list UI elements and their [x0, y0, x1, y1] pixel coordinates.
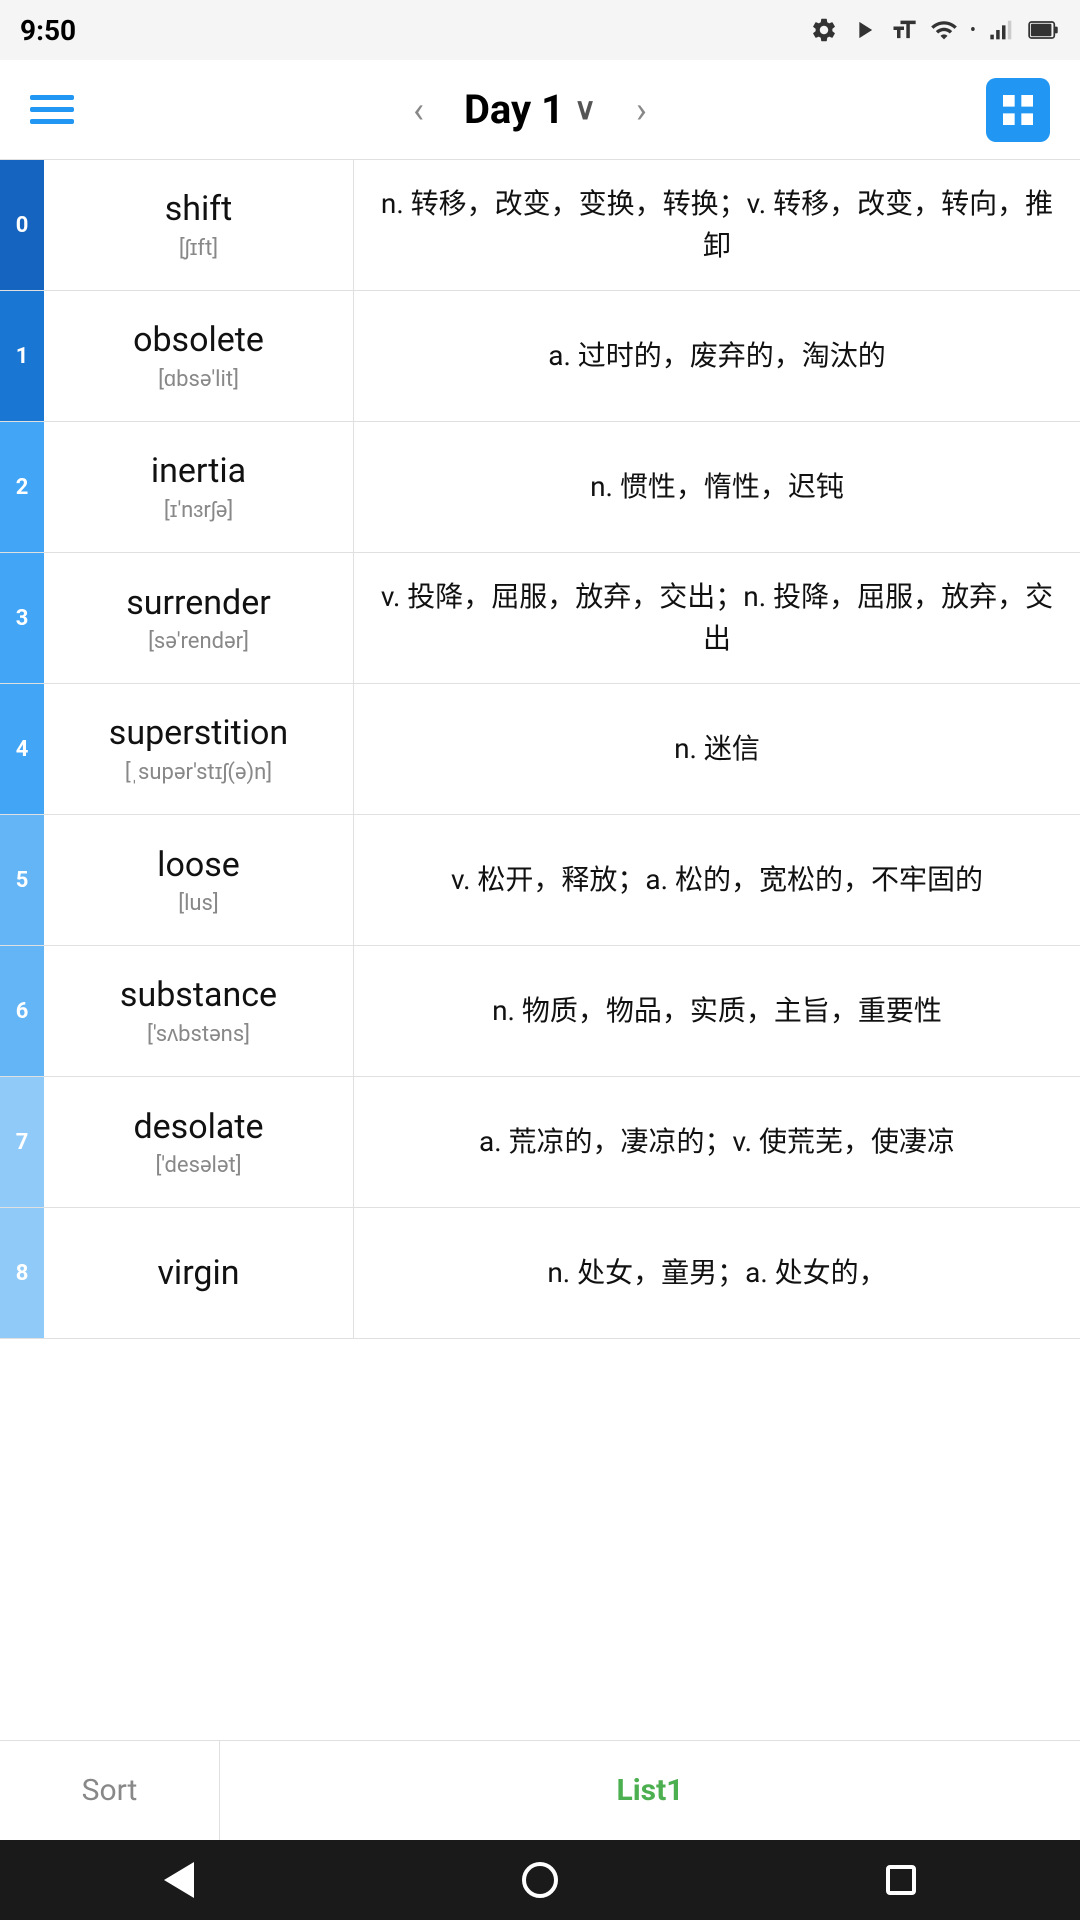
word-phonetic-6: ['sʌbstəns] [147, 1021, 250, 1047]
word-index-3: 3 [0, 553, 44, 683]
word-phonetic-3: [sə'rendər] [148, 629, 249, 654]
word-english-6: substance [120, 975, 277, 1015]
word-index-7: 7 [0, 1077, 44, 1207]
table-row[interactable]: 7 desolate ['desələt] a. 荒凉的，凄凉的；v. 使荒芜，… [0, 1077, 1080, 1208]
word-english-1: obsolete [133, 320, 264, 360]
word-definition-5: v. 松开，释放；a. 松的，宽松的，不牢固的 [354, 815, 1080, 945]
word-definition-8: n. 处女，童男；a. 处女的， [354, 1208, 1080, 1338]
table-row[interactable]: 4 superstition [ˌsupər'stɪʃ(ə)n] n. 迷信 [0, 684, 1080, 815]
word-index-4: 4 [0, 684, 44, 814]
word-english-col-7: desolate ['desələt] [44, 1077, 354, 1207]
nav-bar: ‹ Day 1 ∨ › [0, 60, 1080, 160]
word-list: 0 shift [ʃɪft] n. 转移，改变，变换，转换；v. 转移，改变，转… [0, 160, 1080, 1339]
word-phonetic-7: ['desələt] [155, 1153, 241, 1178]
word-phonetic-1: [ɑbsə'lit] [158, 366, 239, 392]
font-icon [890, 16, 918, 44]
list1-tab[interactable]: List1 [220, 1741, 1080, 1840]
home-button[interactable] [522, 1862, 558, 1898]
chevron-down-icon: ∨ [574, 92, 596, 127]
word-definition-7: a. 荒凉的，凄凉的；v. 使荒芜，使凄凉 [354, 1077, 1080, 1207]
word-english-col-4: superstition [ˌsupər'stɪʃ(ə)n] [44, 684, 354, 814]
word-phonetic-4: [ˌsupər'stɪʃ(ə)n] [125, 759, 272, 785]
hamburger-menu[interactable] [30, 95, 74, 124]
word-definition-0: n. 转移，改变，变换，转换；v. 转移，改变，转向，推卸 [354, 160, 1080, 290]
word-index-1: 1 [0, 291, 44, 421]
word-definition-2: n. 惯性，惰性，迟钝 [354, 422, 1080, 552]
bottom-tab-bar: Sort List1 [0, 1740, 1080, 1840]
word-english-col-6: substance ['sʌbstəns] [44, 946, 354, 1076]
word-index-0: 0 [0, 160, 44, 290]
signal-icon [988, 16, 1016, 44]
word-english-col-8: virgin [44, 1208, 354, 1338]
word-definition-4: n. 迷信 [354, 684, 1080, 814]
battery-icon [1028, 16, 1060, 44]
table-row[interactable]: 1 obsolete [ɑbsə'lit] a. 过时的，废弃的，淘汰的 [0, 291, 1080, 422]
table-row[interactable]: 6 substance ['sʌbstəns] n. 物质，物品，实质，主旨，重… [0, 946, 1080, 1077]
word-index-2: 2 [0, 422, 44, 552]
word-english-7: desolate [133, 1107, 263, 1147]
word-english-8: virgin [157, 1253, 239, 1293]
word-english-col-3: surrender [sə'rendər] [44, 553, 354, 683]
word-index-8: 8 [0, 1208, 44, 1338]
word-definition-1: a. 过时的，废弃的，淘汰的 [354, 291, 1080, 421]
word-english-col-1: obsolete [ɑbsə'lit] [44, 291, 354, 421]
word-definition-3: v. 投降，屈服，放弃，交出；n. 投降，屈服，放弃，交出 [354, 553, 1080, 683]
prev-day-button[interactable]: ‹ [403, 79, 434, 141]
status-bar: 9:50 • [0, 0, 1080, 60]
word-english-0: shift [165, 189, 233, 229]
table-row[interactable]: 5 loose [lus] v. 松开，释放；a. 松的，宽松的，不牢固的 [0, 815, 1080, 946]
word-english-4: superstition [109, 713, 288, 753]
next-day-button[interactable]: › [626, 79, 657, 141]
table-row[interactable]: 0 shift [ʃɪft] n. 转移，改变，变换，转换；v. 转移，改变，转… [0, 160, 1080, 291]
word-english-col-2: inertia [ɪ'nɜrʃə] [44, 422, 354, 552]
grid-icon [998, 90, 1038, 130]
day-title: Day 1 [464, 86, 564, 133]
status-icons: • [810, 16, 1060, 44]
android-nav-bar [0, 1840, 1080, 1920]
back-button[interactable] [164, 1862, 194, 1898]
table-row[interactable]: 8 virgin n. 处女，童男；a. 处女的， [0, 1208, 1080, 1339]
word-phonetic-0: [ʃɪft] [179, 235, 218, 261]
word-english-col-5: loose [lus] [44, 815, 354, 945]
word-index-6: 6 [0, 946, 44, 1076]
wifi-icon [930, 16, 958, 44]
play-icon [850, 16, 878, 44]
word-phonetic-2: [ɪ'nɜrʃə] [164, 497, 233, 523]
day-selector[interactable]: Day 1 ∨ [464, 86, 596, 133]
word-english-2: inertia [151, 451, 246, 491]
word-phonetic-5: [lus] [178, 891, 219, 916]
recents-button[interactable] [886, 1865, 916, 1895]
word-english-col-0: shift [ʃɪft] [44, 160, 354, 290]
word-english-5: loose [157, 845, 240, 885]
word-english-3: surrender [126, 583, 271, 623]
table-row[interactable]: 2 inertia [ɪ'nɜrʃə] n. 惯性，惰性，迟钝 [0, 422, 1080, 553]
grid-view-button[interactable] [986, 78, 1050, 142]
word-index-5: 5 [0, 815, 44, 945]
sort-tab[interactable]: Sort [0, 1741, 220, 1840]
status-time: 9:50 [20, 14, 76, 47]
word-definition-6: n. 物质，物品，实质，主旨，重要性 [354, 946, 1080, 1076]
dot-indicator: • [970, 20, 976, 41]
gear-icon [810, 16, 838, 44]
table-row[interactable]: 3 surrender [sə'rendər] v. 投降，屈服，放弃，交出；n… [0, 553, 1080, 684]
